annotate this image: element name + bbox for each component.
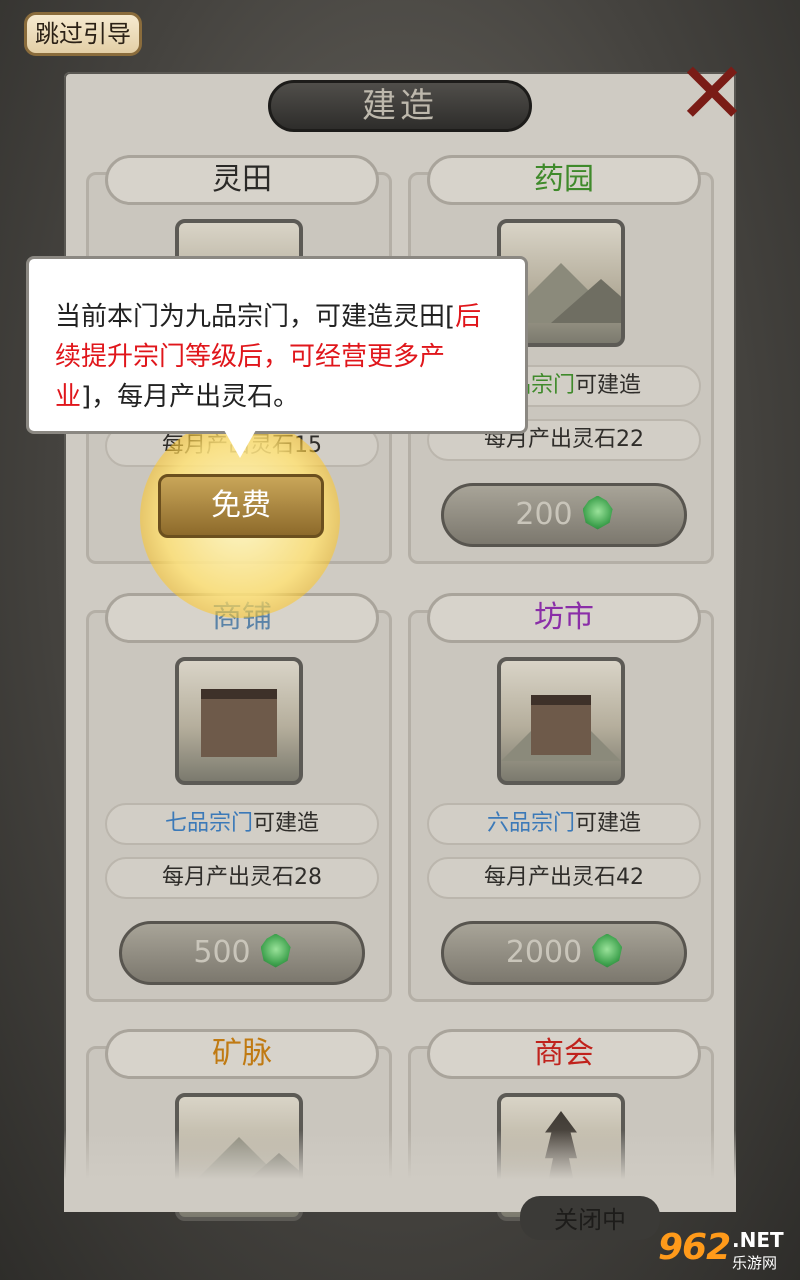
income-row: 每月产出灵石28 bbox=[105, 857, 379, 899]
watermark-cn: 乐游网 bbox=[732, 1254, 778, 1272]
card-title: 商会 bbox=[427, 1029, 701, 1079]
card-title: 灵田 bbox=[105, 155, 379, 205]
card-title: 坊市 bbox=[427, 593, 701, 643]
free-build-button[interactable]: 免费 bbox=[158, 474, 324, 538]
card-title: 药园 bbox=[427, 155, 701, 205]
requirement-row: 七品宗门可建造 bbox=[105, 803, 379, 845]
requirement-rank: 六品宗门 bbox=[486, 811, 575, 836]
tooltip-pointer bbox=[224, 430, 256, 458]
guide-tooltip: 当前本门为九品宗门，可建造灵田[后续提升宗门等级后，可经营更多产业]，每月产出灵… bbox=[26, 256, 528, 434]
spirit-stone-icon bbox=[592, 933, 623, 968]
panel-title: 建造 bbox=[268, 80, 532, 132]
building-thumbnail bbox=[175, 657, 303, 785]
watermark-net: .NET bbox=[732, 1228, 784, 1252]
requirement-rank: 七品宗门 bbox=[164, 811, 253, 836]
requirement-suffix: 可建造 bbox=[575, 811, 642, 836]
watermark-logo: 962 bbox=[658, 1227, 731, 1268]
requirement-row: 六品宗门可建造 bbox=[427, 803, 701, 845]
cost-value: 200 bbox=[515, 497, 573, 532]
spirit-stone-icon bbox=[260, 933, 291, 968]
income-row: 每月产出灵石42 bbox=[427, 857, 701, 899]
cost-value: 2000 bbox=[505, 935, 583, 970]
tooltip-text: 当前本门为九品宗门，可建造灵田[ bbox=[55, 302, 456, 332]
building-thumbnail bbox=[497, 657, 625, 785]
site-watermark: 962 .NET 乐游网 bbox=[658, 1228, 796, 1276]
build-cost-button[interactable]: 2000 bbox=[441, 921, 687, 985]
requirement-suffix: 可建造 bbox=[253, 811, 320, 836]
building-card-shangpu: 商铺 七品宗门可建造 每月产出灵石28 500 bbox=[86, 593, 392, 1002]
spirit-stone-icon bbox=[582, 495, 613, 530]
card-title: 矿脉 bbox=[105, 1029, 379, 1079]
building-card-fangshi: 坊市 六品宗门可建造 每月产出灵石42 2000 bbox=[408, 593, 714, 1002]
close-x-icon[interactable]: ✕ bbox=[676, 51, 748, 137]
cost-value: 500 bbox=[193, 935, 251, 970]
tooltip-text-end: ]，每月产出灵石。 bbox=[81, 382, 300, 412]
requirement-suffix: 可建造 bbox=[575, 373, 642, 398]
build-cost-button[interactable]: 200 bbox=[441, 483, 687, 547]
bottom-partial-button[interactable]: 关闭中 bbox=[520, 1196, 660, 1240]
build-cost-button[interactable]: 500 bbox=[119, 921, 365, 985]
skip-guide-button[interactable]: 跳过引导 bbox=[24, 12, 142, 56]
